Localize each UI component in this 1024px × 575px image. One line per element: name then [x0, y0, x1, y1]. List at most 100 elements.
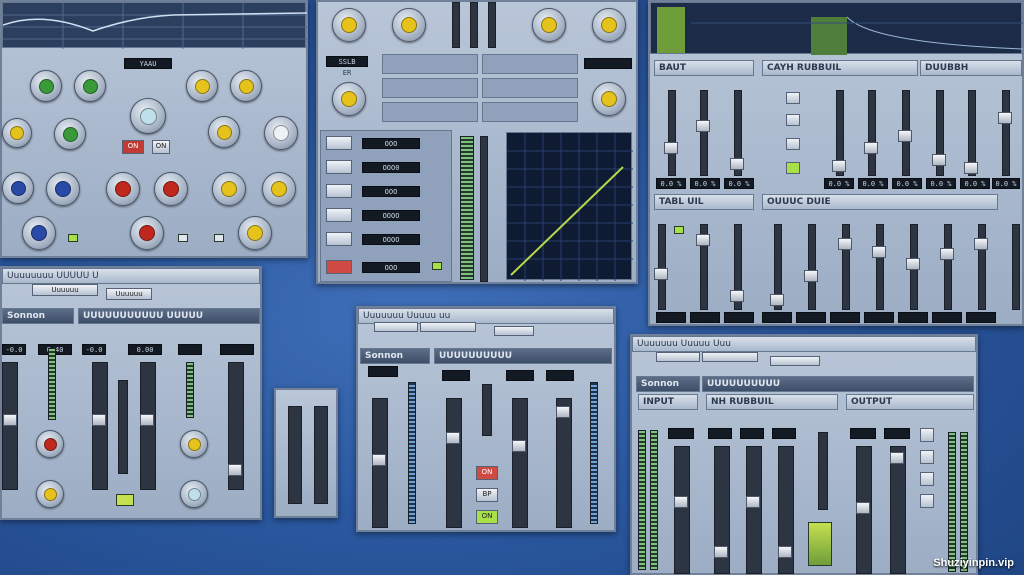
- output-button[interactable]: [920, 472, 934, 486]
- freq-knob[interactable]: [262, 172, 296, 206]
- channel-fader-track[interactable]: [868, 90, 876, 176]
- gain-knob[interactable]: [46, 172, 80, 206]
- channel-fader-cap[interactable]: [730, 158, 744, 170]
- row-toggle-button[interactable]: [326, 208, 352, 222]
- channel-fader-cap[interactable]: [446, 432, 460, 444]
- menu-button[interactable]: [494, 326, 534, 336]
- channel-fader-cap[interactable]: [864, 142, 878, 154]
- q-knob[interactable]: [22, 216, 56, 250]
- fader-track[interactable]: [470, 2, 478, 48]
- channel-fader-track[interactable]: [512, 398, 528, 528]
- gain-knob[interactable]: [74, 70, 106, 102]
- channel-button[interactable]: [786, 92, 800, 104]
- channel-fader-track[interactable]: [118, 380, 128, 474]
- trim-knob[interactable]: [36, 480, 64, 508]
- fader-track[interactable]: [488, 2, 496, 48]
- threshold-knob[interactable]: [332, 8, 366, 42]
- channel-fader-track[interactable]: [944, 224, 952, 310]
- channel-fader-cap[interactable]: [964, 162, 978, 174]
- channel-fader-cap[interactable]: [778, 546, 792, 558]
- channel-fader-cap[interactable]: [832, 160, 846, 172]
- gain-knob[interactable]: [180, 430, 208, 458]
- channel-fader-cap[interactable]: [940, 248, 954, 260]
- channel-fader-cap[interactable]: [140, 414, 154, 426]
- channel-fader-cap[interactable]: [654, 268, 668, 280]
- row-toggle-button[interactable]: [326, 160, 352, 174]
- channel-fader-cap[interactable]: [804, 270, 818, 282]
- channel-fader-cap[interactable]: [714, 546, 728, 558]
- channel-fader-track[interactable]: [746, 446, 762, 574]
- ratio-knob[interactable]: [392, 8, 426, 42]
- channel-fader-cap[interactable]: [3, 414, 17, 426]
- gain-knob[interactable]: [30, 70, 62, 102]
- menu-button[interactable]: Uuuuuu: [32, 284, 98, 296]
- channel-fader-cap[interactable]: [974, 238, 988, 250]
- output-button[interactable]: [920, 450, 934, 464]
- attack-knob[interactable]: [532, 8, 566, 42]
- channel-fader-track[interactable]: [842, 224, 850, 310]
- fader-track[interactable]: [452, 2, 460, 48]
- channel-fader-cap[interactable]: [696, 234, 710, 246]
- solo-button[interactable]: ON: [152, 140, 170, 154]
- channel-fader-cap[interactable]: [228, 464, 242, 476]
- channel-button[interactable]: [786, 114, 800, 126]
- channel-fader-cap[interactable]: [696, 120, 710, 132]
- menu-button[interactable]: [656, 352, 700, 362]
- channel-fader-cap[interactable]: [512, 440, 526, 452]
- on-button[interactable]: ON: [476, 466, 498, 480]
- gain-knob[interactable]: [2, 172, 34, 204]
- release-knob[interactable]: [592, 8, 626, 42]
- channel-fader-track[interactable]: [658, 224, 666, 310]
- gain-knob[interactable]: [54, 118, 86, 150]
- channel-fader-cap[interactable]: [838, 238, 852, 250]
- channel-fader-cap[interactable]: [770, 294, 784, 306]
- channel-fader-track[interactable]: [818, 432, 828, 510]
- link-button[interactable]: ON: [476, 510, 498, 524]
- channel-fader-track[interactable]: [1002, 90, 1010, 176]
- channel-button[interactable]: [786, 162, 800, 174]
- row-toggle-button[interactable]: [326, 260, 352, 274]
- menu-button[interactable]: [702, 352, 758, 362]
- bypass-button[interactable]: ON: [122, 140, 144, 154]
- gain-knob[interactable]: [2, 118, 32, 148]
- output-knob[interactable]: [592, 82, 626, 116]
- output-button[interactable]: [920, 494, 934, 508]
- channel-fader-cap[interactable]: [890, 452, 904, 464]
- menu-button[interactable]: [770, 356, 820, 366]
- channel-fader-cap[interactable]: [746, 496, 760, 508]
- channel-fader-track[interactable]: [668, 90, 676, 176]
- freq-knob[interactable]: [230, 70, 262, 102]
- channel-fader-track[interactable]: [140, 362, 156, 490]
- channel-fader-track[interactable]: [876, 224, 884, 310]
- channel-fader-track[interactable]: [482, 384, 492, 436]
- q-knob[interactable]: [130, 216, 164, 250]
- channel-fader-cap[interactable]: [906, 258, 920, 270]
- menu-button[interactable]: [374, 322, 418, 332]
- q-knob[interactable]: [130, 98, 166, 134]
- freq-knob[interactable]: [154, 172, 188, 206]
- freq-knob[interactable]: [212, 172, 246, 206]
- channel-fader-cap[interactable]: [856, 502, 870, 514]
- channel-fader-track[interactable]: [92, 362, 108, 490]
- freq-knob[interactable]: [208, 116, 240, 148]
- freq-knob[interactable]: [186, 70, 218, 102]
- channel-fader-track[interactable]: [314, 406, 328, 504]
- channel-button[interactable]: [786, 138, 800, 150]
- menu-button[interactable]: [420, 322, 476, 332]
- row-toggle-button[interactable]: [326, 232, 352, 246]
- channel-fader-cap[interactable]: [730, 290, 744, 302]
- channel-fader-cap[interactable]: [872, 246, 886, 258]
- channel-fader-track[interactable]: [1012, 224, 1020, 310]
- channel-fader-track[interactable]: [890, 446, 906, 574]
- channel-fader-track[interactable]: [978, 224, 986, 310]
- channel-fader-track[interactable]: [700, 90, 708, 176]
- gain-fader-track[interactable]: [480, 136, 488, 282]
- channel-fader-track[interactable]: [808, 224, 816, 310]
- row-toggle-button[interactable]: [326, 136, 352, 150]
- makeup-knob[interactable]: [332, 82, 366, 116]
- output-button[interactable]: [920, 428, 934, 442]
- channel-fader-cap[interactable]: [92, 414, 106, 426]
- channel-fader-cap[interactable]: [674, 496, 688, 508]
- channel-fader-track[interactable]: [2, 362, 18, 490]
- channel-fader-cap[interactable]: [556, 406, 570, 418]
